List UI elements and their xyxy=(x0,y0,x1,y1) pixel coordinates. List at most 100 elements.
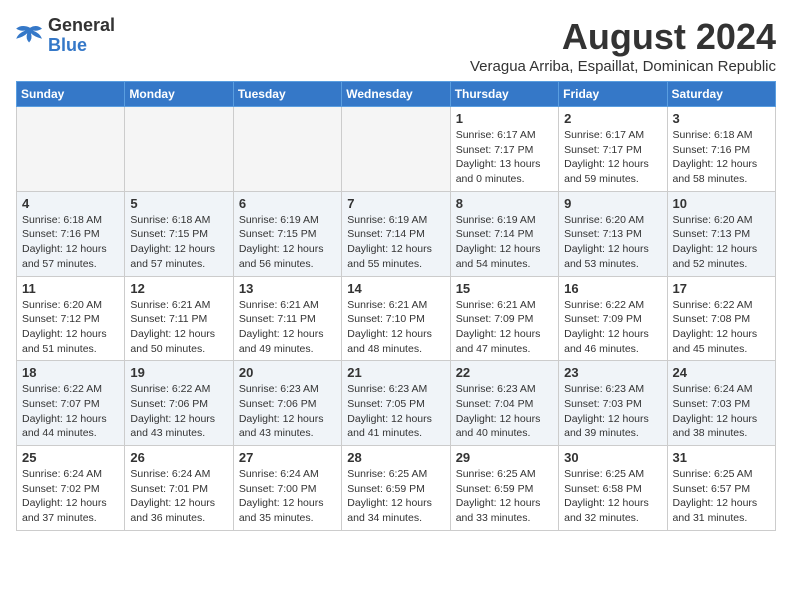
weekday-header-friday: Friday xyxy=(559,82,667,107)
calendar-cell: 17Sunrise: 6:22 AM Sunset: 7:08 PM Dayli… xyxy=(667,276,775,361)
day-info: Sunrise: 6:22 AM Sunset: 7:07 PM Dayligh… xyxy=(22,382,119,441)
day-info: Sunrise: 6:21 AM Sunset: 7:11 PM Dayligh… xyxy=(239,298,336,357)
day-info: Sunrise: 6:19 AM Sunset: 7:14 PM Dayligh… xyxy=(456,213,553,272)
day-info: Sunrise: 6:23 AM Sunset: 7:05 PM Dayligh… xyxy=(347,382,444,441)
calendar-cell: 12 Sunrise: 6:21 AM Sunset: 7:11 PM Dayli… xyxy=(125,276,233,361)
day-info: Sunrise: 6:21 AM Sunset: 7:10 PM Dayligh… xyxy=(347,298,444,357)
day-info: Sunrise: 6:25 AM Sunset: 6:59 PM Dayligh… xyxy=(347,467,444,526)
day-info: Sunrise: 6:19 AM Sunset: 7:15 PM Dayligh… xyxy=(239,213,336,272)
day-info: Sunrise: 6:24 AM Sunset: 7:02 PM Dayligh… xyxy=(22,467,119,526)
logo-icon xyxy=(16,24,44,48)
calendar-cell: 18 Sunrise: 6:22 AM Sunset: 7:07 PM Dayli… xyxy=(17,361,125,446)
day-number: 17 xyxy=(673,281,770,296)
calendar-cell: 30 Sunrise: 6:25 AM Sunset: 6:58 PM Dayli… xyxy=(559,446,667,531)
calendar-cell xyxy=(233,107,341,192)
calendar-cell xyxy=(17,107,125,192)
calendar-cell: 4 Sunrise: 6:18 AM Sunset: 7:16 PM Daylig… xyxy=(17,191,125,276)
day-info: Sunrise: 6:17 AM Sunset: 7:17 PM Dayligh… xyxy=(456,128,553,187)
day-number: 12 xyxy=(130,281,227,296)
day-number: 9 xyxy=(564,196,661,211)
day-number: 14 xyxy=(347,281,444,296)
day-info: Sunrise: 6:19 AM Sunset: 7:14 PM Dayligh… xyxy=(347,213,444,272)
calendar-cell: 9Sunrise: 6:20 AM Sunset: 7:13 PM Daylig… xyxy=(559,191,667,276)
calendar-cell: 22 Sunrise: 6:23 AM Sunset: 7:04 PM Dayli… xyxy=(450,361,558,446)
weekday-header-monday: Monday xyxy=(125,82,233,107)
calendar-cell: 24 Sunrise: 6:24 AM Sunset: 7:03 PM Dayli… xyxy=(667,361,775,446)
day-number: 30 xyxy=(564,450,661,465)
calendar-cell: 23 Sunrise: 6:23 AM Sunset: 7:03 PM Dayli… xyxy=(559,361,667,446)
day-info: Sunrise: 6:24 AM Sunset: 7:03 PM Dayligh… xyxy=(673,382,770,441)
calendar-cell: 2 Sunrise: 6:17 AM Sunset: 7:17 PM Daylig… xyxy=(559,107,667,192)
day-info: Sunrise: 6:25 AM Sunset: 6:58 PM Dayligh… xyxy=(564,467,661,526)
logo: General Blue xyxy=(16,16,115,56)
day-info: Sunrise: 6:23 AM Sunset: 7:04 PM Dayligh… xyxy=(456,382,553,441)
calendar-cell: 3 Sunrise: 6:18 AM Sunset: 7:16 PM Daylig… xyxy=(667,107,775,192)
calendar-cell: 14 Sunrise: 6:21 AM Sunset: 7:10 PM Dayli… xyxy=(342,276,450,361)
calendar-cell: 16Sunrise: 6:22 AM Sunset: 7:09 PM Dayli… xyxy=(559,276,667,361)
calendar-cell: 1 Sunrise: 6:17 AM Sunset: 7:17 PM Daylig… xyxy=(450,107,558,192)
day-number: 5 xyxy=(130,196,227,211)
day-info: Sunrise: 6:21 AM Sunset: 7:11 PM Dayligh… xyxy=(130,298,227,357)
calendar-cell: 13 Sunrise: 6:21 AM Sunset: 7:11 PM Dayli… xyxy=(233,276,341,361)
calendar-cell: 20 Sunrise: 6:23 AM Sunset: 7:06 PM Dayli… xyxy=(233,361,341,446)
day-info: Sunrise: 6:23 AM Sunset: 7:03 PM Dayligh… xyxy=(564,382,661,441)
day-number: 25 xyxy=(22,450,119,465)
calendar-cell xyxy=(342,107,450,192)
day-info: Sunrise: 6:24 AM Sunset: 7:00 PM Dayligh… xyxy=(239,467,336,526)
day-number: 26 xyxy=(130,450,227,465)
calendar-cell: 31Sunrise: 6:25 AM Sunset: 6:57 PM Dayli… xyxy=(667,446,775,531)
weekday-header-saturday: Saturday xyxy=(667,82,775,107)
day-info: Sunrise: 6:25 AM Sunset: 6:57 PM Dayligh… xyxy=(673,467,770,526)
day-number: 3 xyxy=(673,111,770,126)
day-info: Sunrise: 6:18 AM Sunset: 7:16 PM Dayligh… xyxy=(673,128,770,187)
day-info: Sunrise: 6:20 AM Sunset: 7:12 PM Dayligh… xyxy=(22,298,119,357)
calendar-cell: 8Sunrise: 6:19 AM Sunset: 7:14 PM Daylig… xyxy=(450,191,558,276)
day-number: 29 xyxy=(456,450,553,465)
day-info: Sunrise: 6:18 AM Sunset: 7:16 PM Dayligh… xyxy=(22,213,119,272)
day-info: Sunrise: 6:23 AM Sunset: 7:06 PM Dayligh… xyxy=(239,382,336,441)
day-number: 18 xyxy=(22,365,119,380)
calendar-cell: 27Sunrise: 6:24 AM Sunset: 7:00 PM Dayli… xyxy=(233,446,341,531)
title-block: August 2024 Veragua Arriba, Espaillat, D… xyxy=(470,16,776,75)
calendar-cell: 6 Sunrise: 6:19 AM Sunset: 7:15 PM Daylig… xyxy=(233,191,341,276)
day-number: 2 xyxy=(564,111,661,126)
day-number: 23 xyxy=(564,365,661,380)
day-number: 6 xyxy=(239,196,336,211)
day-number: 13 xyxy=(239,281,336,296)
day-number: 22 xyxy=(456,365,553,380)
calendar-cell: 5 Sunrise: 6:18 AM Sunset: 7:15 PM Daylig… xyxy=(125,191,233,276)
day-info: Sunrise: 6:17 AM Sunset: 7:17 PM Dayligh… xyxy=(564,128,661,187)
calendar-table: SundayMondayTuesdayWednesdayThursdayFrid… xyxy=(16,81,776,531)
calendar-week-row: 18 Sunrise: 6:22 AM Sunset: 7:07 PM Dayli… xyxy=(17,361,776,446)
location-subtitle: Veragua Arriba, Espaillat, Dominican Rep… xyxy=(470,58,776,75)
calendar-cell: 10Sunrise: 6:20 AM Sunset: 7:13 PM Dayli… xyxy=(667,191,775,276)
logo-text: General Blue xyxy=(48,16,115,56)
day-number: 1 xyxy=(456,111,553,126)
day-number: 20 xyxy=(239,365,336,380)
day-info: Sunrise: 6:25 AM Sunset: 6:59 PM Dayligh… xyxy=(456,467,553,526)
weekday-header-tuesday: Tuesday xyxy=(233,82,341,107)
day-number: 11 xyxy=(22,281,119,296)
page-header: General Blue August 2024 Veragua Arriba,… xyxy=(16,16,776,75)
day-number: 7 xyxy=(347,196,444,211)
calendar-cell: 25 Sunrise: 6:24 AM Sunset: 7:02 PM Dayli… xyxy=(17,446,125,531)
weekday-header-wednesday: Wednesday xyxy=(342,82,450,107)
day-number: 28 xyxy=(347,450,444,465)
day-info: Sunrise: 6:22 AM Sunset: 7:06 PM Dayligh… xyxy=(130,382,227,441)
calendar-cell: 11 Sunrise: 6:20 AM Sunset: 7:12 PM Dayli… xyxy=(17,276,125,361)
calendar-cell: 28 Sunrise: 6:25 AM Sunset: 6:59 PM Dayli… xyxy=(342,446,450,531)
day-info: Sunrise: 6:18 AM Sunset: 7:15 PM Dayligh… xyxy=(130,213,227,272)
day-number: 24 xyxy=(673,365,770,380)
calendar-cell: 29 Sunrise: 6:25 AM Sunset: 6:59 PM Dayli… xyxy=(450,446,558,531)
day-number: 21 xyxy=(347,365,444,380)
month-title: August 2024 xyxy=(470,16,776,58)
day-number: 4 xyxy=(22,196,119,211)
day-number: 10 xyxy=(673,196,770,211)
calendar-cell: 21 Sunrise: 6:23 AM Sunset: 7:05 PM Dayli… xyxy=(342,361,450,446)
calendar-cell: 7 Sunrise: 6:19 AM Sunset: 7:14 PM Daylig… xyxy=(342,191,450,276)
calendar-week-row: 25 Sunrise: 6:24 AM Sunset: 7:02 PM Dayli… xyxy=(17,446,776,531)
day-number: 15 xyxy=(456,281,553,296)
calendar-week-row: 4 Sunrise: 6:18 AM Sunset: 7:16 PM Daylig… xyxy=(17,191,776,276)
day-info: Sunrise: 6:22 AM Sunset: 7:09 PM Dayligh… xyxy=(564,298,661,357)
day-number: 19 xyxy=(130,365,227,380)
